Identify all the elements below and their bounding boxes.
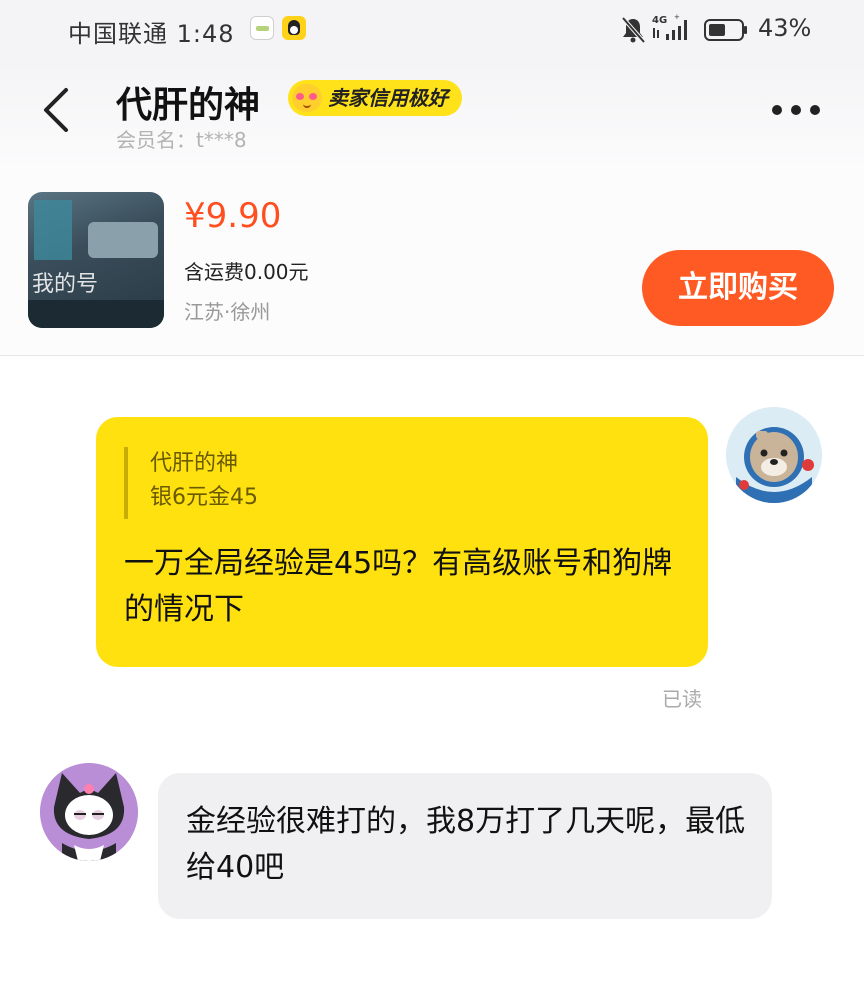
seller-avatar[interactable] (40, 763, 138, 861)
product-thumbnail[interactable]: 我的号 (28, 192, 164, 328)
outgoing-message-text: 一万全局经验是45吗？有高级账号和狗牌的情况下 (124, 546, 673, 627)
network-type: 4G (652, 15, 667, 26)
shipping-fee: 含运费0.00元 (184, 260, 309, 284)
chat-header: 代肝的神 卖家信用极好 会员名：t***8 (0, 60, 864, 162)
credit-badge: 卖家信用极好 (288, 80, 462, 116)
more-dots-icon[interactable] (772, 100, 832, 120)
chat-area[interactable]: 代肝的神 银6元金45 一万全局经验是45吗？有高级账号和狗牌的情况下 已读 金… (0, 357, 864, 1008)
quoted-text: 银6元金45 (150, 485, 258, 510)
incoming-message-text: 金经验很难打的，我8万打了几天呢，最低给40吧 (186, 804, 746, 885)
kuromi-avatar-icon (40, 763, 138, 861)
outgoing-message-bubble[interactable]: 代肝的神 银6元金45 一万全局经验是45吗？有高级账号和狗牌的情况下 (96, 417, 708, 667)
quoted-message[interactable]: 代肝的神 银6元金45 (124, 447, 258, 519)
heart-eyes-emoji-icon (292, 84, 322, 112)
product-card[interactable]: 我的号 ¥9.90 含运费0.00元 江苏·徐州 立即购买 (0, 162, 864, 356)
buy-now-button[interactable]: 立即购买 (642, 250, 834, 326)
seal-avatar-icon (726, 407, 822, 503)
svg-text:+: + (674, 13, 680, 21)
bell-muted-icon (621, 16, 646, 44)
quoted-sender: 代肝的神 (150, 451, 239, 476)
battery-icon (704, 19, 747, 41)
incoming-message-bubble[interactable]: 金经验很难打的，我8万打了几天呢，最低给40吧 (158, 773, 772, 919)
my-avatar[interactable] (726, 407, 822, 503)
credit-badge-label: 卖家信用极好 (328, 86, 448, 110)
seller-location: 江苏·徐州 (184, 300, 271, 324)
signal-4g-icon: 4G + (652, 13, 687, 40)
status-bar: 中国联通 1:48 4G + 43% (0, 0, 864, 60)
notification-app-icon (250, 16, 274, 40)
seller-name: 代肝的神 (116, 85, 261, 126)
back-chevron-icon[interactable] (38, 82, 82, 138)
thumbnail-caption: 我的号 (32, 272, 99, 297)
penguin-app-icon (282, 16, 306, 40)
carrier-time: 中国联通 1:48 (68, 20, 235, 48)
battery-percent: 43% (758, 14, 812, 42)
read-status: 已读 (662, 687, 702, 711)
product-price: ¥9.90 (184, 196, 282, 236)
member-id: 会员名：t***8 (116, 128, 247, 152)
